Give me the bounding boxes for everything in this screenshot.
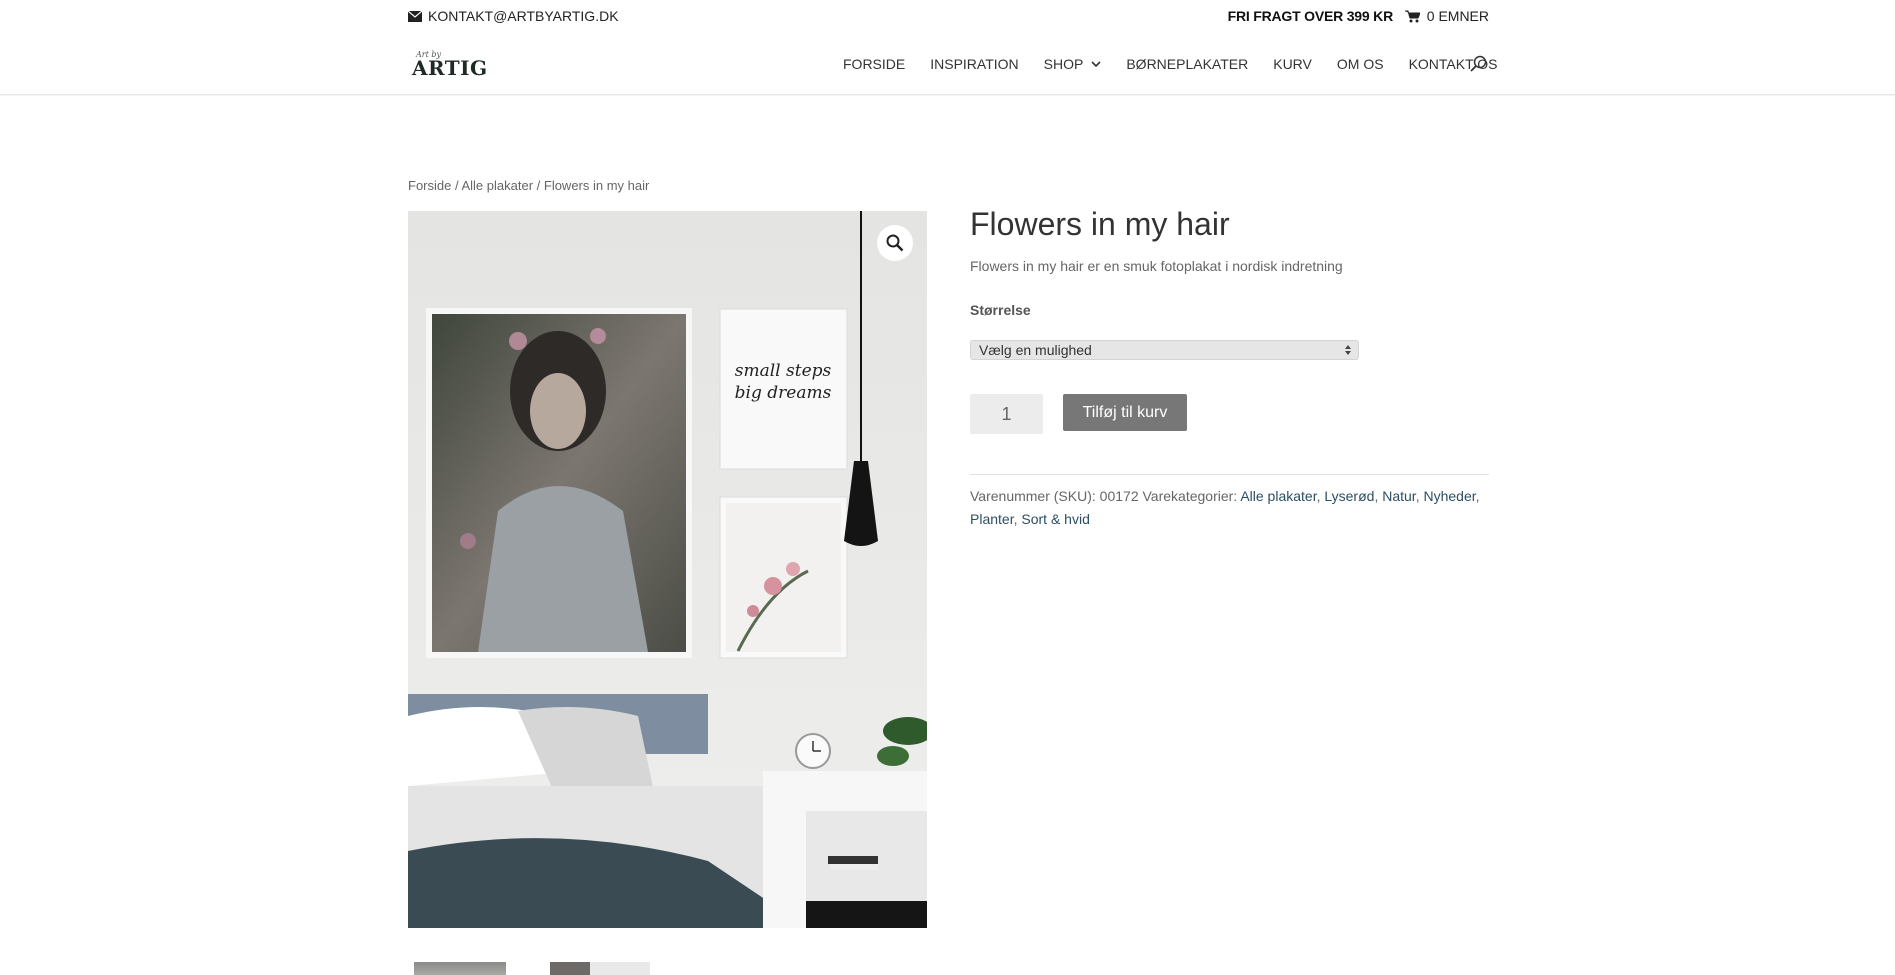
nav-label: FORSIDE bbox=[843, 56, 906, 72]
search-icon[interactable] bbox=[1470, 55, 1488, 73]
envelope-icon bbox=[408, 10, 422, 22]
chevron-down-icon bbox=[1091, 60, 1101, 67]
size-select[interactable]: Vælg en mulighed bbox=[970, 340, 1359, 360]
category-link[interactable]: Nyheder bbox=[1423, 488, 1475, 504]
product-title: Flowers in my hair bbox=[970, 206, 1230, 242]
room-illustration: small steps big dreams bbox=[408, 211, 927, 928]
sku-label: Varenummer (SKU): bbox=[970, 488, 1096, 504]
nav-item-shop[interactable]: SHOP bbox=[1044, 56, 1102, 72]
nav-item-om-os[interactable]: OM OS bbox=[1337, 56, 1384, 72]
sku-value: 00172 bbox=[1099, 488, 1139, 504]
poster-text-line1: small steps bbox=[735, 361, 832, 381]
nav-item-kurv[interactable]: KURV bbox=[1273, 56, 1312, 72]
free-shipping-notice: FRI FRAGT OVER 399 KR bbox=[1227, 8, 1394, 24]
category-link[interactable]: Sort & hvid bbox=[1021, 511, 1089, 527]
nav-label: INSPIRATION bbox=[930, 56, 1019, 72]
category-link[interactable]: Lyserød bbox=[1324, 488, 1374, 504]
contact-email-link[interactable]: KONTAKT@ARTBYARTIG.DK bbox=[408, 8, 619, 24]
nav-label: SHOP bbox=[1043, 56, 1084, 72]
cart-count: 0 EMNER bbox=[1426, 8, 1489, 24]
zoom-button[interactable] bbox=[877, 225, 913, 261]
nav-label: BØRNEPLAKATER bbox=[1126, 56, 1249, 72]
logo-main-text: ARTIG bbox=[412, 56, 488, 80]
add-to-cart-button[interactable]: Tilføj til kurv bbox=[1063, 394, 1187, 431]
size-select-value: Vælg en mulighed bbox=[979, 342, 1092, 358]
breadcrumb-category[interactable]: Alle plakater bbox=[461, 178, 533, 193]
cart-link[interactable]: 0 EMNER bbox=[1404, 8, 1489, 24]
nav-item-forside[interactable]: FORSIDE bbox=[843, 56, 905, 72]
select-arrows-icon bbox=[1345, 345, 1351, 355]
nav-label: OM OS bbox=[1336, 56, 1384, 72]
poster-text-line2: big dreams bbox=[735, 383, 832, 403]
product-thumbnail[interactable] bbox=[414, 962, 506, 975]
top-bar: KONTAKT@ARTBYARTIG.DK FRI FRAGT OVER 399… bbox=[0, 0, 1895, 32]
product-description: Flowers in my hair er en smuk fotoplakat… bbox=[970, 258, 1343, 274]
nav-item-inspiration[interactable]: INSPIRATION bbox=[930, 56, 1018, 72]
nav-label: KURV bbox=[1273, 56, 1312, 72]
product-main-image[interactable]: small steps big dreams bbox=[408, 211, 927, 928]
breadcrumb-current: Flowers in my hair bbox=[543, 178, 650, 193]
quantity-input[interactable]: 1 bbox=[970, 394, 1043, 434]
main-nav: FORSIDE INSPIRATION SHOP BØRNEPLAKATER K… bbox=[843, 56, 1523, 72]
nav-item-borneplakater[interactable]: BØRNEPLAKATER bbox=[1126, 56, 1248, 72]
cart-icon bbox=[1404, 10, 1420, 22]
magnifier-icon bbox=[886, 234, 904, 252]
product-meta: Varenummer (SKU): 00172 Varekategorier: … bbox=[970, 474, 1489, 531]
main-header: Art by ARTIG FORSIDE INSPIRATION SHOP BØ… bbox=[0, 32, 1895, 95]
size-label: Størrelse bbox=[970, 302, 1031, 318]
breadcrumb-separator: / bbox=[451, 178, 462, 193]
breadcrumb-home[interactable]: Forside bbox=[408, 178, 451, 193]
category-link[interactable]: Alle plakater bbox=[1240, 488, 1316, 504]
contact-email-text: KONTAKT@ARTBYARTIG.DK bbox=[428, 8, 619, 24]
categories-label: Varekategorier: bbox=[1142, 488, 1238, 504]
breadcrumb-separator: / bbox=[533, 178, 544, 193]
category-link[interactable]: Planter bbox=[970, 511, 1014, 527]
breadcrumb: Forside / Alle plakater / Flowers in my … bbox=[408, 178, 649, 193]
site-logo[interactable]: Art by ARTIG bbox=[411, 50, 487, 80]
product-thumbnail[interactable] bbox=[550, 962, 650, 975]
category-link[interactable]: Natur bbox=[1382, 488, 1415, 504]
